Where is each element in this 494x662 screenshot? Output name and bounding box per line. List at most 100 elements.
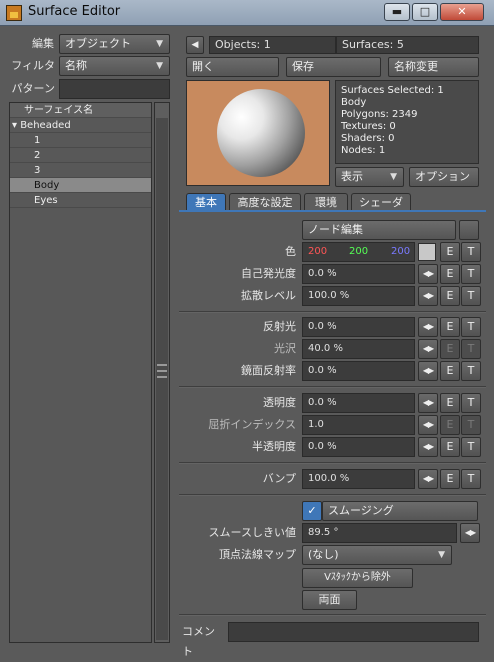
list-item-selected[interactable]: Body	[10, 178, 151, 193]
edit-mode-dropdown[interactable]: オブジェクト	[59, 34, 170, 54]
color-envelope-button[interactable]: E	[440, 242, 460, 262]
translucency-drag-icon[interactable]: ◀▶	[418, 437, 438, 457]
color-swatch[interactable]	[418, 243, 436, 261]
options-button[interactable]: オプション	[409, 167, 479, 187]
gloss-envelope-button: E	[440, 339, 460, 359]
luminosity-envelope-button[interactable]: E	[440, 264, 460, 284]
transparency-envelope-button[interactable]: E	[440, 393, 460, 413]
transparency-drag-icon[interactable]: ◀▶	[418, 393, 438, 413]
bump-label: バンプ	[262, 472, 296, 485]
list-item[interactable]: ▾ Beheaded	[10, 118, 151, 133]
translucency-label: 半透明度	[252, 440, 296, 453]
transparency-texture-button[interactable]: T	[461, 393, 481, 413]
specular-drag-icon[interactable]: ◀▶	[418, 317, 438, 337]
pattern-label: パターン	[11, 82, 55, 95]
gloss-label: 光沢	[274, 342, 296, 355]
list-item[interactable]: Eyes	[10, 193, 151, 208]
tab-basic[interactable]: 基本	[186, 193, 226, 211]
bump-texture-button[interactable]: T	[461, 469, 481, 489]
specular-envelope-button[interactable]: E	[440, 317, 460, 337]
tab-environment[interactable]: 環境	[304, 193, 348, 211]
color-texture-button[interactable]: T	[461, 242, 481, 262]
back-arrow-button[interactable]: ◀	[186, 36, 204, 54]
smoothing-toggle[interactable]: スムージング	[322, 501, 478, 521]
scrollbar-thumb[interactable]	[156, 118, 168, 640]
close-button[interactable]: ✕	[440, 3, 484, 21]
luminosity-texture-button[interactable]: T	[461, 264, 481, 284]
translucency-envelope-button[interactable]: E	[440, 437, 460, 457]
translucency-input[interactable]: 0.0 %	[302, 437, 415, 457]
tab-advanced[interactable]: 高度な設定	[229, 193, 301, 211]
save-button[interactable]: 保存	[286, 57, 381, 77]
diffuse-label: 拡散レベル	[241, 289, 296, 302]
list-item[interactable]: 2	[10, 148, 151, 163]
luminosity-drag-icon[interactable]: ◀▶	[418, 264, 438, 284]
edit-label: 編集	[32, 37, 54, 50]
rename-button[interactable]: 名称変更	[388, 57, 479, 77]
tab-shader[interactable]: シェーダ	[351, 193, 411, 211]
refraction-input[interactable]: 1.0	[302, 415, 415, 435]
filter-label: フィルタ	[11, 59, 55, 72]
specular-label: 反射光	[263, 320, 296, 333]
list-item[interactable]: 3	[10, 163, 151, 178]
exclude-vstack-button[interactable]: Vｽﾀｯｸから除外	[302, 568, 413, 588]
comment-input[interactable]	[228, 622, 479, 642]
minimize-button[interactable]: ▬	[384, 3, 410, 21]
pattern-input[interactable]	[59, 79, 170, 99]
maximize-button[interactable]: □	[412, 3, 438, 21]
diffuse-input[interactable]: 100.0 %	[302, 286, 415, 306]
smooth-threshold-drag-icon[interactable]: ◀▶	[460, 523, 480, 543]
double-sided-button[interactable]: 両面	[302, 590, 357, 610]
bump-envelope-button[interactable]: E	[440, 469, 460, 489]
diffuse-envelope-button[interactable]: E	[440, 286, 460, 306]
open-button[interactable]: 開く	[186, 57, 279, 77]
list-header[interactable]: サーフェイス名	[10, 103, 151, 118]
color-blue-value[interactable]: 200	[391, 242, 410, 262]
info-line: Polygons: 2349	[341, 109, 418, 120]
gloss-input[interactable]: 40.0 %	[302, 339, 415, 359]
refraction-texture-button: T	[461, 415, 481, 435]
reflection-input[interactable]: 0.0 %	[302, 361, 415, 381]
color-red-value[interactable]: 200	[308, 242, 327, 262]
luminosity-input[interactable]: 0.0 %	[302, 264, 415, 284]
bump-drag-icon[interactable]: ◀▶	[418, 469, 438, 489]
specular-texture-button[interactable]: T	[461, 317, 481, 337]
diffuse-texture-button[interactable]: T	[461, 286, 481, 306]
info-line: Surfaces Selected: 1	[341, 85, 444, 96]
reflection-label: 鏡面反射率	[241, 364, 296, 377]
info-line: Body	[341, 97, 367, 108]
gloss-drag-icon[interactable]: ◀▶	[418, 339, 438, 359]
transparency-input[interactable]: 0.0 %	[302, 393, 415, 413]
divider	[179, 462, 486, 464]
surfaces-count: Surfaces: 5	[336, 36, 479, 54]
divider	[179, 494, 486, 496]
bump-input[interactable]: 100.0 %	[302, 469, 415, 489]
display-dropdown[interactable]: 表示	[335, 167, 404, 187]
reflection-envelope-button[interactable]: E	[440, 361, 460, 381]
filter-dropdown[interactable]: 名称	[59, 56, 170, 76]
smooth-threshold-label: スムースしきい値	[208, 526, 296, 539]
diffuse-drag-icon[interactable]: ◀▶	[418, 286, 438, 306]
node-edit-toggle[interactable]	[459, 220, 479, 240]
list-item[interactable]: 1	[10, 133, 151, 148]
reflection-drag-icon[interactable]: ◀▶	[418, 361, 438, 381]
scroll-grip-icon	[157, 364, 167, 378]
specular-input[interactable]: 0.0 %	[302, 317, 415, 337]
smooth-threshold-input[interactable]: 89.5 °	[302, 523, 457, 543]
objects-count: Objects: 1	[209, 36, 336, 54]
window-title: Surface Editor	[28, 4, 121, 19]
refraction-envelope-button: E	[440, 415, 460, 435]
surface-preview[interactable]	[186, 80, 330, 186]
translucency-texture-button[interactable]: T	[461, 437, 481, 457]
info-line: Textures: 0	[341, 121, 396, 132]
divider	[179, 311, 486, 313]
lightwave-app-icon	[6, 5, 22, 21]
reflection-texture-button[interactable]: T	[461, 361, 481, 381]
smoothing-checkbox-icon[interactable]: ✓	[302, 501, 322, 521]
surface-list[interactable]: サーフェイス名 ▾ Beheaded 1 2 3 Body Eyes	[9, 102, 152, 643]
refraction-drag-icon[interactable]: ◀▶	[418, 415, 438, 435]
color-green-value[interactable]: 200	[349, 242, 368, 262]
divider	[179, 614, 486, 616]
node-edit-button[interactable]: ノード編集	[302, 220, 456, 240]
vertex-map-dropdown[interactable]: (なし)	[302, 545, 452, 565]
